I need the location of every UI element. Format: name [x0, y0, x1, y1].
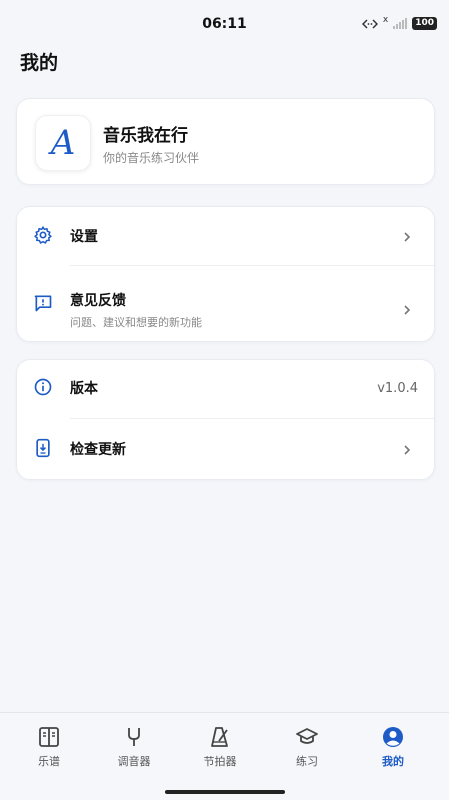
tab-label: 节拍器: [203, 755, 237, 768]
check-update-label: 检查更新: [70, 442, 126, 458]
status-icons: x 100: [361, 14, 437, 30]
tab-label: 乐谱: [38, 755, 60, 768]
tab-label: 练习: [296, 755, 318, 768]
page-title: 我的: [20, 52, 59, 74]
settings-row[interactable]: 设置: [17, 207, 434, 265]
tab-profile[interactable]: 我的: [353, 725, 433, 769]
tab-label: 我的: [382, 755, 404, 768]
gear-icon: [34, 226, 52, 244]
link-icon: [361, 18, 378, 29]
tab-metronome[interactable]: 节拍器: [180, 725, 260, 769]
tuning-fork-icon: [128, 728, 140, 746]
chevron-right-icon: [404, 305, 411, 315]
status-bar: 06:11 x 100: [0, 0, 449, 46]
battery-icon: 100: [412, 17, 437, 30]
check-update-row[interactable]: 检查更新: [17, 419, 434, 481]
graduation-cap-icon: [296, 728, 318, 744]
settings-label: 设置: [70, 229, 98, 245]
settings-card: 设置 意见反馈 问题、建议和想要的新功能: [16, 206, 435, 342]
feedback-subtitle: 问题、建议和想要的新功能: [70, 316, 202, 329]
app-logo-letter: A: [50, 123, 76, 163]
app-name: 音乐我在行: [103, 126, 188, 146]
signal-icon: [393, 18, 408, 29]
score-icon: [39, 727, 59, 747]
version-value: v1.0.4: [377, 381, 418, 396]
about-card: 版本 v1.0.4 检查更新: [16, 359, 435, 480]
app-tagline: 你的音乐练习伙伴: [103, 151, 200, 165]
feedback-icon: [34, 295, 52, 312]
app-info-card: A 音乐我在行 你的音乐练习伙伴: [16, 98, 435, 185]
tab-score[interactable]: 乐谱: [9, 725, 89, 769]
chevron-right-icon: [404, 445, 411, 455]
metronome-icon: [211, 727, 228, 747]
tab-practice[interactable]: 练习: [267, 725, 347, 769]
tab-tuner[interactable]: 调音器: [94, 725, 174, 769]
phone-download-icon: [36, 438, 50, 458]
no-sim-mark: x: [382, 14, 389, 25]
feedback-row[interactable]: 意见反馈 问题、建议和想要的新功能: [17, 266, 434, 343]
version-label: 版本: [70, 381, 98, 397]
tab-label: 调音器: [117, 755, 151, 768]
home-indicator[interactable]: [164, 790, 285, 794]
profile-icon: [383, 727, 403, 747]
bottom-tab-bar: 乐谱 调音器 节拍器 练习 我的: [0, 712, 449, 800]
feedback-label: 意见反馈: [70, 293, 126, 309]
chevron-right-icon: [404, 232, 411, 242]
app-logo: A: [35, 115, 91, 171]
info-icon: [34, 378, 52, 396]
version-row: 版本 v1.0.4: [17, 360, 434, 418]
